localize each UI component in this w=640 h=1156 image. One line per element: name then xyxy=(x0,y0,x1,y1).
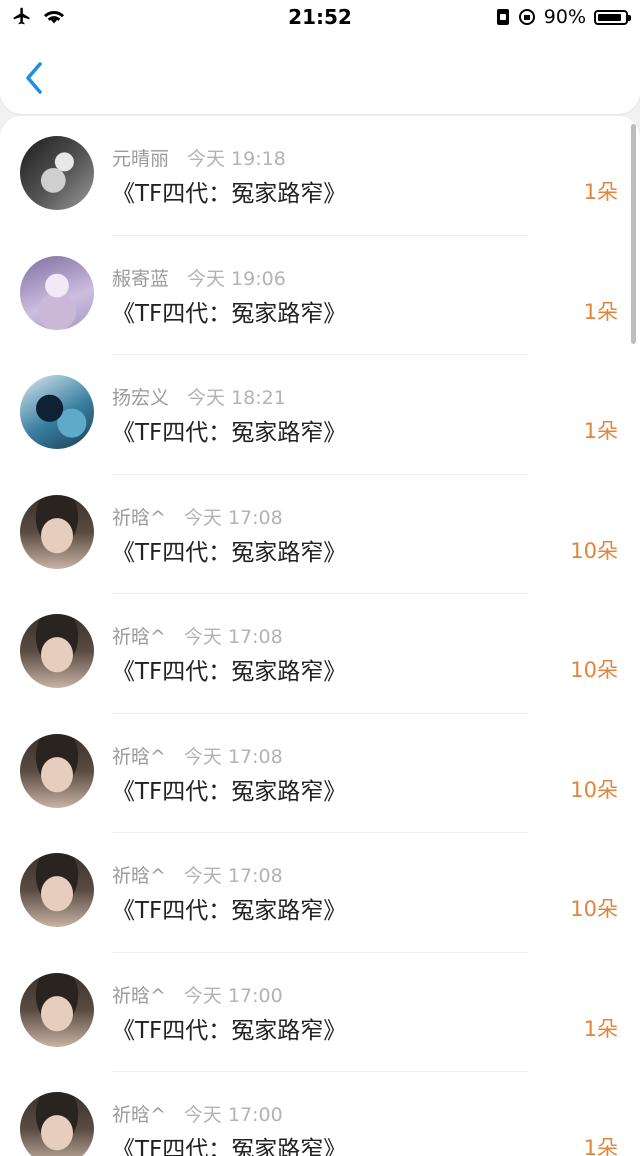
avatar[interactable] xyxy=(20,614,94,688)
book-title: 《TF四代：冤家路窄》 xyxy=(112,778,347,805)
book-title: 《TF四代：冤家路窄》 xyxy=(112,1017,347,1044)
list-item[interactable]: 祈晗^ 今天 17:08 《TF四代：冤家路窄》 10朵 xyxy=(0,475,640,594)
avatar[interactable] xyxy=(20,733,94,808)
name-line: 祈晗^ 今天 17:08 xyxy=(112,622,283,649)
battery-fill xyxy=(598,13,622,21)
book-title: 《TF四代：冤家路窄》 xyxy=(112,659,347,685)
book-title: 《TF四代：冤家路窄》 xyxy=(112,181,347,207)
avatar[interactable] xyxy=(20,375,94,449)
list-item[interactable]: 元晴丽 今天 19:18 《TF四代：冤家路窄》 1朵 xyxy=(0,116,640,236)
book-title: 《TF四代：冤家路窄》 xyxy=(112,1137,347,1156)
user-name: 祈晗^ xyxy=(112,865,166,887)
avatar[interactable] xyxy=(20,255,94,330)
list-item[interactable]: 祈晗^ 今天 17:08 《TF四代：冤家路窄》 10朵 xyxy=(0,714,640,833)
gift-time: 今天 19:06 xyxy=(187,267,286,290)
avatar[interactable] xyxy=(20,1092,94,1156)
name-line: 祈晗^ 今天 17:08 xyxy=(112,742,283,769)
list-item[interactable]: 祈晗^ 今天 17:08 《TF四代：冤家路窄》 10朵 xyxy=(0,594,640,714)
gift-time: 今天 19:18 xyxy=(187,148,286,170)
name-line: 祈晗^ 今天 17:08 xyxy=(112,861,283,888)
user-name: 祈晗^ xyxy=(112,745,166,768)
list-rows: 元晴丽 今天 19:18 《TF四代：冤家路窄》 1朵 赧寄蓝 今天 19:06 《… xyxy=(0,116,640,1156)
flower-count: 1朵 xyxy=(583,419,618,443)
gift-time: 今天 17:08 xyxy=(183,506,283,529)
user-name: 赧寄蓝 xyxy=(112,267,170,290)
book-title: 《TF四代：冤家路窄》 xyxy=(112,420,347,446)
book-title: 《TF四代：冤家路窄》 xyxy=(112,300,347,327)
chevron-left-icon[interactable] xyxy=(20,58,50,98)
list-item[interactable]: 扬宏义 今天 18:21 《TF四代：冤家路窄》 1朵 xyxy=(0,355,640,475)
portrait-lock-icon xyxy=(496,9,509,25)
name-line: 赧寄蓝 今天 19:06 xyxy=(112,264,286,291)
orientation-lock-icon xyxy=(518,9,535,25)
list-item[interactable]: 祈晗^ 今天 17:00 《TF四代：冤家路窄》 1朵 xyxy=(0,1072,640,1156)
gift-time: 今天 17:00 xyxy=(183,1104,283,1126)
flower-count: 1朵 xyxy=(583,1136,618,1156)
name-line: 元晴丽 今天 19:18 xyxy=(112,144,286,171)
list-item[interactable]: 赧寄蓝 今天 19:06 《TF四代：冤家路窄》 1朵 xyxy=(0,236,640,355)
name-line: 扬宏义 今天 18:21 xyxy=(112,383,286,410)
avatar[interactable] xyxy=(20,972,94,1047)
name-line: 祈晗^ 今天 17:00 xyxy=(112,1100,283,1127)
status-bar: 21:52 90% xyxy=(0,0,640,34)
user-name: 祈晗^ xyxy=(112,1104,166,1126)
user-name: 祈晗^ xyxy=(112,506,166,529)
flower-count: 10朵 xyxy=(570,538,618,563)
battery-icon xyxy=(594,9,631,25)
name-line: 祈晗^ 今天 17:00 xyxy=(112,981,283,1008)
avatar[interactable] xyxy=(20,494,94,569)
user-name: 祈晗^ xyxy=(112,984,166,1007)
gift-time: 今天 17:08 xyxy=(183,865,283,887)
flower-count: 1朵 xyxy=(583,299,618,324)
flower-count: 10朵 xyxy=(570,658,618,682)
avatar[interactable] xyxy=(20,136,94,210)
name-line: 祈晗^ 今天 17:08 xyxy=(112,503,283,530)
status-right: 90% xyxy=(496,6,631,28)
flower-count: 1朵 xyxy=(583,1016,618,1041)
list-item[interactable]: 祈晗^ 今天 17:08 《TF四代：冤家路窄》 10朵 xyxy=(0,833,640,953)
list-item[interactable]: 祈晗^ 今天 17:00 《TF四代：冤家路窄》 1朵 xyxy=(0,953,640,1072)
avatar[interactable] xyxy=(20,853,94,927)
flower-count: 10朵 xyxy=(570,777,618,802)
user-name: 扬宏义 xyxy=(112,387,170,409)
flower-count: 10朵 xyxy=(570,897,618,921)
book-title: 《TF四代：冤家路窄》 xyxy=(112,898,347,924)
gift-time: 今天 17:08 xyxy=(183,745,283,768)
gift-time: 今天 18:21 xyxy=(187,387,286,409)
gift-record-list: 元晴丽 今天 19:18 《TF四代：冤家路窄》 1朵 赧寄蓝 今天 19:06 《… xyxy=(0,116,640,1156)
user-name: 元晴丽 xyxy=(112,148,170,170)
user-name: 祈晗^ xyxy=(112,626,166,648)
nav-bar xyxy=(0,34,640,114)
gift-time: 今天 17:08 xyxy=(183,626,283,648)
gift-time: 今天 17:00 xyxy=(183,984,283,1007)
flower-count: 1朵 xyxy=(583,180,618,204)
book-title: 《TF四代：冤家路窄》 xyxy=(112,539,347,566)
battery-percent: 90% xyxy=(543,6,586,28)
